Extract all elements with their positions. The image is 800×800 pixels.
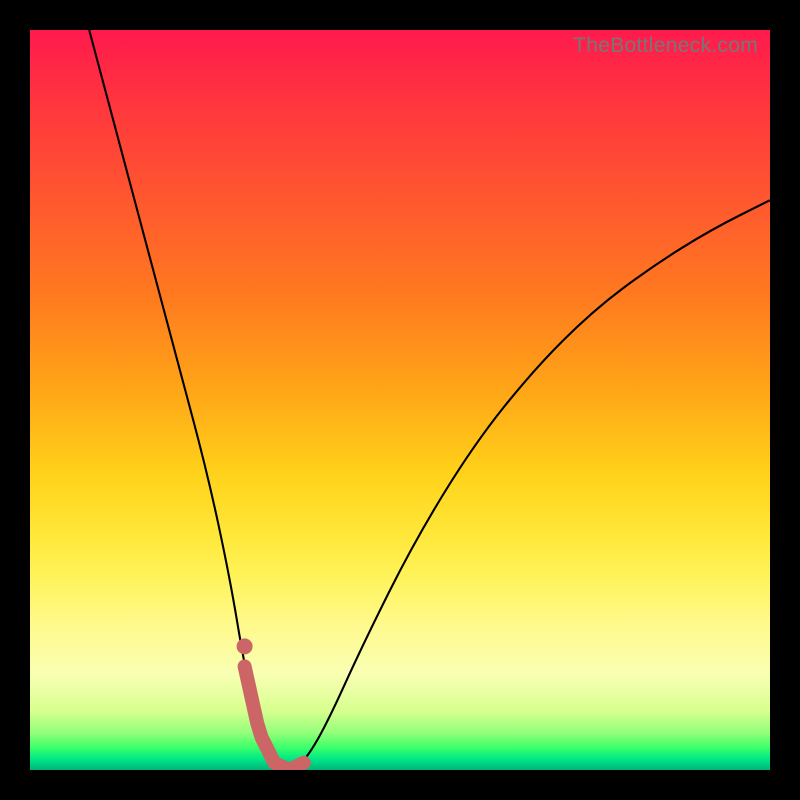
plot-area: TheBottleneck.com — [30, 30, 770, 770]
highlight-range-marker — [245, 666, 304, 769]
bottleneck-curve — [89, 30, 770, 768]
chart-frame: TheBottleneck.com — [0, 0, 800, 800]
chart-svg — [30, 30, 770, 770]
highlight-dot — [237, 638, 253, 654]
